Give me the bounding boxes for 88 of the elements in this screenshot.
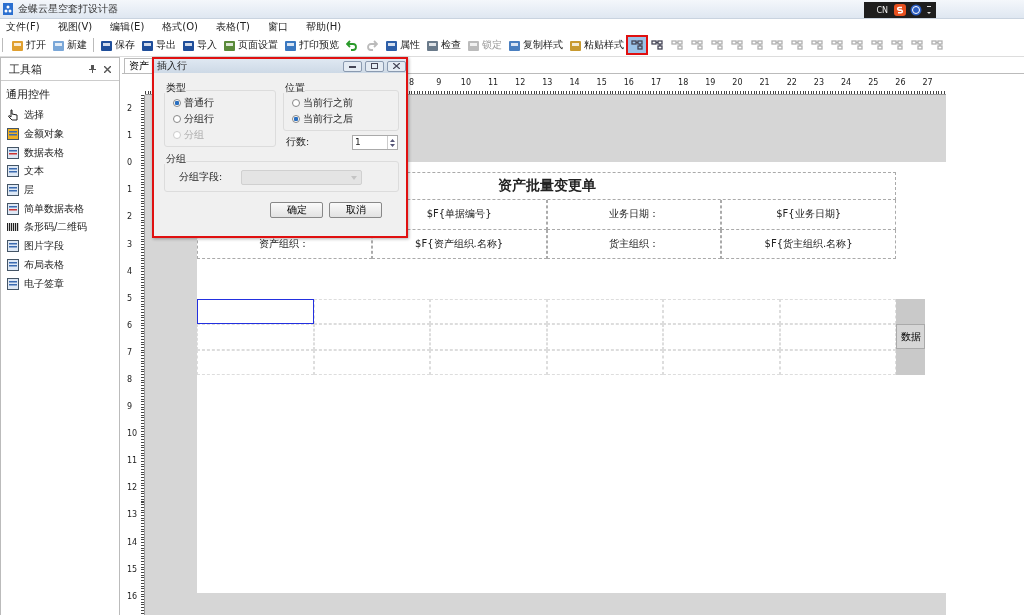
ruler-number: 11	[126, 455, 139, 468]
toolbar-button[interactable]: 导出	[138, 36, 179, 54]
toolbar-button[interactable]: 保存	[97, 36, 138, 54]
data-band-button[interactable]: 数据	[896, 324, 925, 350]
menu-item[interactable]: 文件(F)	[4, 19, 46, 34]
ruler-number: 14	[126, 536, 139, 549]
ruler-number: 2	[126, 103, 134, 116]
radio-option[interactable]: 当前行之前	[292, 96, 390, 110]
ruler-number: 21	[758, 78, 771, 88]
ruler-number: 24	[840, 78, 853, 88]
row-count-spinner[interactable]: 1	[352, 135, 398, 150]
table-cell: 业务日期：	[546, 200, 722, 230]
toolbar-button[interactable]: 新建	[49, 36, 90, 54]
ruler-number: 4	[126, 265, 134, 278]
group-title: 类型	[164, 83, 186, 93]
ruler-number: 1	[126, 130, 134, 143]
group-title: 位置	[283, 83, 305, 93]
ruler-number: 5	[126, 292, 134, 305]
ruler-number: 23	[812, 78, 825, 88]
ruler-number: 14	[568, 78, 581, 88]
ruler-number: 22	[785, 78, 798, 88]
dialog-button[interactable]: 确定	[270, 202, 323, 218]
ruler-number: 1	[126, 184, 134, 197]
ruler-number: 19	[704, 78, 717, 88]
ruler-number: 8	[126, 374, 134, 386]
radio-option[interactable]: 普通行	[173, 96, 267, 110]
toolbox-item[interactable]: 数据表格	[1, 143, 119, 163]
toolbox-item[interactable]: 选择	[1, 106, 119, 125]
ruler-number: 10	[126, 428, 139, 441]
ruler-number: 12	[126, 482, 139, 495]
toolbox-item[interactable]: 电子签章	[1, 274, 119, 293]
table-cell: 货主组织：	[546, 229, 722, 259]
toolbar-button[interactable]: 导入	[179, 36, 220, 54]
dialog-button[interactable]: 取消	[329, 202, 382, 218]
toolbox-item[interactable]: 布局表格	[1, 255, 119, 275]
toolbox-item[interactable]: 层	[1, 180, 119, 200]
menu-item[interactable]: 视图(V)	[55, 19, 99, 34]
ruler-number: 9	[126, 401, 134, 414]
ruler-number: 6	[126, 319, 134, 332]
ruler-number: 11	[486, 78, 500, 88]
menu-item[interactable]: 格式(O)	[160, 19, 205, 34]
ruler-number: 13	[541, 78, 554, 88]
panel-title: 工具箱	[9, 61, 43, 77]
ruler-number: 27	[921, 78, 934, 88]
toolbar-button[interactable]: 检查	[423, 36, 464, 54]
table-cell: $F{业务日期}	[721, 200, 896, 230]
ruler-number: 17	[649, 78, 663, 88]
ime-mode[interactable]: CN	[876, 5, 888, 15]
ruler-number: 0	[126, 157, 134, 170]
toolbox-item[interactable]: 条形码/二维码	[1, 218, 119, 237]
field-label: 行数:	[286, 136, 310, 149]
ruler-number: 10	[459, 78, 472, 88]
ruler-number: 16	[622, 78, 635, 88]
ruler-number: 16	[126, 590, 139, 603]
toolbar-button[interactable]: 属性	[382, 36, 423, 54]
toolbox-item[interactable]: 图片字段	[1, 236, 119, 256]
ruler-number: 18	[677, 78, 690, 88]
ruler-number: 15	[595, 78, 608, 88]
window-title: 金蝶云星空套打设计器	[18, 2, 118, 16]
ruler-number: 2	[126, 211, 134, 224]
ruler-number: 25	[867, 78, 880, 88]
ruler-number: 8	[408, 78, 416, 88]
ruler-number: 12	[514, 78, 527, 88]
ruler-number: 15	[126, 563, 139, 576]
toolbar-button[interactable]: 打开	[8, 36, 49, 54]
menu-item[interactable]: 窗口	[265, 19, 294, 34]
toolbar-button[interactable]: 页面设置	[220, 36, 281, 54]
menu-item[interactable]: 表格(T)	[214, 19, 256, 34]
dialog-title: 插入行	[157, 59, 187, 73]
table-cell: $F{货主组织.名称}	[721, 229, 896, 259]
ruler-number: 9	[435, 78, 443, 88]
document-tab[interactable]: 资产	[124, 58, 154, 73]
ruler-number: 26	[894, 78, 907, 88]
toolbox-item[interactable]: 文本	[1, 162, 119, 181]
toolbar-button[interactable]: 复制样式	[505, 36, 566, 54]
menu-item[interactable]: 帮助(H)	[303, 19, 348, 34]
menu-item[interactable]: 编辑(E)	[108, 19, 151, 34]
toolbox-item[interactable]: 简单数据表格	[1, 199, 119, 219]
radio-option[interactable]: 分组行	[173, 112, 267, 126]
radio-option[interactable]: 当前行之后	[292, 112, 390, 126]
ruler-number: 3	[126, 238, 134, 251]
group-title: 分组	[164, 154, 186, 164]
toolbox-item[interactable]: 金额对象	[1, 124, 119, 144]
section-title: 通用控件	[5, 87, 51, 103]
toolbar-button[interactable]: 打印预览	[281, 36, 342, 54]
ruler-number: 7	[126, 346, 134, 359]
ruler-number: 13	[126, 509, 139, 522]
ruler-number: 20	[731, 78, 744, 88]
